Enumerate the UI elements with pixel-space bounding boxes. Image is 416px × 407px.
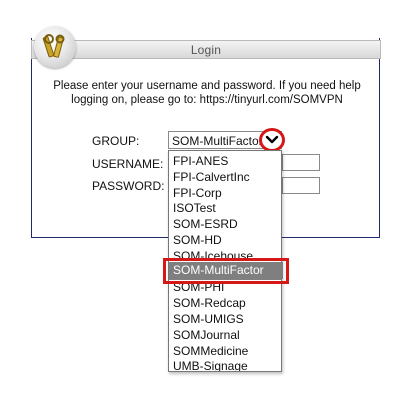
password-label: PASSWORD: xyxy=(92,179,165,193)
dropdown-option[interactable]: SOM-UMIGS xyxy=(169,311,281,327)
login-title: Login xyxy=(190,43,222,57)
password-input[interactable] xyxy=(282,177,320,194)
dropdown-option[interactable]: SOM-HD xyxy=(169,232,281,248)
group-select-toggle[interactable] xyxy=(259,128,285,152)
login-instructions: Please enter your username and password.… xyxy=(53,80,361,106)
dropdown-option[interactable]: FPI-CalvertInc xyxy=(169,169,281,185)
tools-badge-icon xyxy=(34,26,76,68)
group-select-value: SOM-MultiFactor xyxy=(172,134,263,148)
dropdown-option[interactable]: SOMJournal xyxy=(169,327,281,343)
dropdown-option[interactable]: UMB-Signage xyxy=(169,358,281,371)
selected-option[interactable]: SOM-MultiFactor xyxy=(169,262,283,279)
username-label: USERNAME: xyxy=(92,157,164,171)
login-titlebar: Login xyxy=(31,40,381,59)
dropdown-option[interactable]: SOM-ESRD xyxy=(169,216,281,232)
dropdown-option[interactable]: SOM-Redcap xyxy=(169,295,281,311)
dropdown-option[interactable]: FPI-Corp xyxy=(169,185,281,201)
group-label: GROUP: xyxy=(92,134,140,148)
dropdown-option[interactable]: ISOTest xyxy=(169,200,281,216)
chevron-down-icon xyxy=(265,135,279,144)
username-input[interactable] xyxy=(282,154,320,171)
dropdown-option[interactable]: FPI-ANES xyxy=(169,153,281,169)
dropdown-option[interactable]: SOMMedicine xyxy=(169,343,281,359)
